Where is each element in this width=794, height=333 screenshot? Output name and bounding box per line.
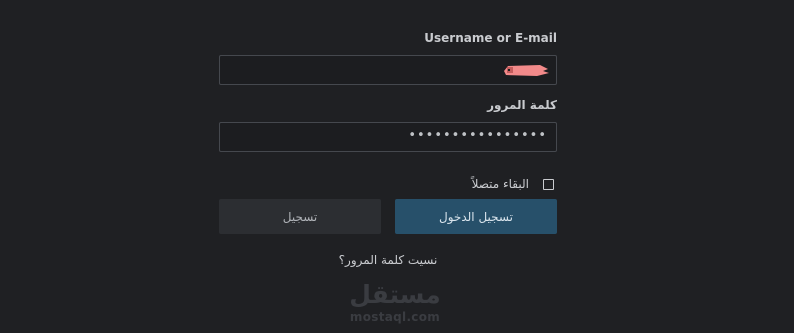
register-button[interactable]: تسجيل xyxy=(219,199,381,234)
password-value: •••••••••••••••• xyxy=(408,128,547,143)
remember-me[interactable]: البقاء متصلاً xyxy=(472,175,557,193)
username-field[interactable] xyxy=(219,55,557,85)
login-button[interactable]: تسجيل الدخول xyxy=(395,199,557,234)
remember-checkbox[interactable] xyxy=(543,178,554,190)
username-label: Username or E-mail xyxy=(424,31,557,45)
forgot-password-link[interactable]: نسيت كلمة المرور؟ xyxy=(219,253,557,267)
password-label: كلمة المرور xyxy=(487,98,557,112)
password-field[interactable]: •••••••••••••••• xyxy=(219,122,557,152)
logo-text: mostaql.com xyxy=(349,310,441,324)
redaction-mark xyxy=(504,65,549,76)
mostaql-logo: مستقل mostaql.com xyxy=(340,282,450,332)
remember-label: البقاء متصلاً xyxy=(471,177,529,191)
logo-mark: مستقل xyxy=(349,280,441,309)
